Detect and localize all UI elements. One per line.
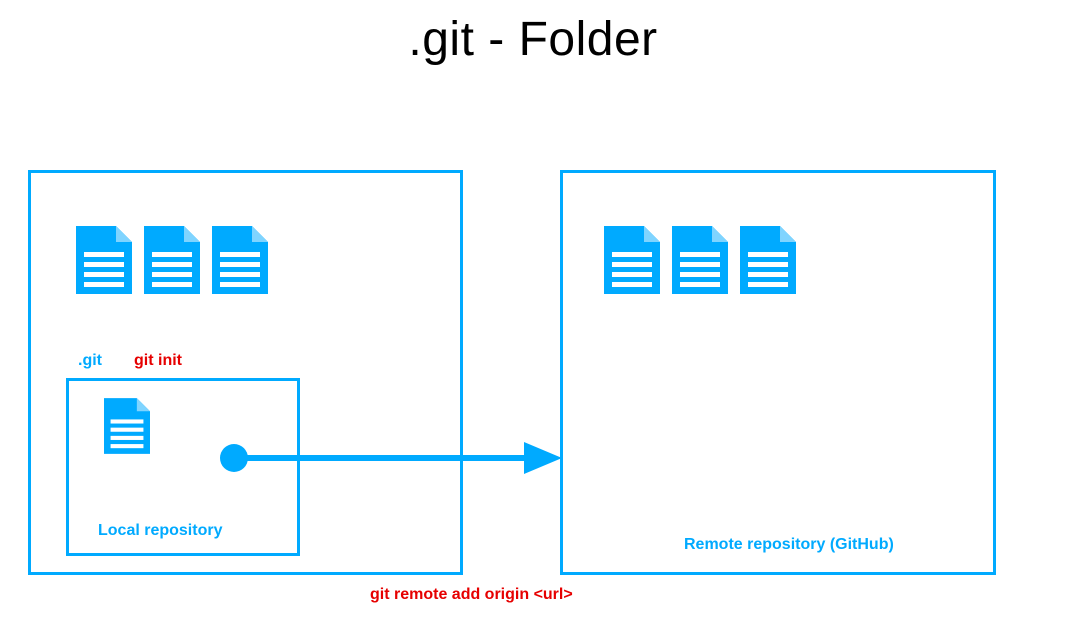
file-icon xyxy=(740,226,796,294)
file-icon xyxy=(672,226,728,294)
remote-files-row xyxy=(604,226,796,294)
push-arrow-icon xyxy=(214,438,564,478)
local-files-row xyxy=(76,226,268,294)
file-icon xyxy=(144,226,200,294)
file-icon xyxy=(104,398,150,454)
remote-repo-label: Remote repository (GitHub) xyxy=(684,536,894,554)
gitinit-label: git init xyxy=(134,352,182,370)
file-icon xyxy=(76,226,132,294)
file-icon xyxy=(212,226,268,294)
dotgit-file-row xyxy=(104,398,150,454)
command-label: git remote add origin <url> xyxy=(370,586,573,604)
file-icon xyxy=(604,226,660,294)
local-repo-label: Local repository xyxy=(98,522,222,540)
dotgit-label: .git xyxy=(78,352,102,370)
